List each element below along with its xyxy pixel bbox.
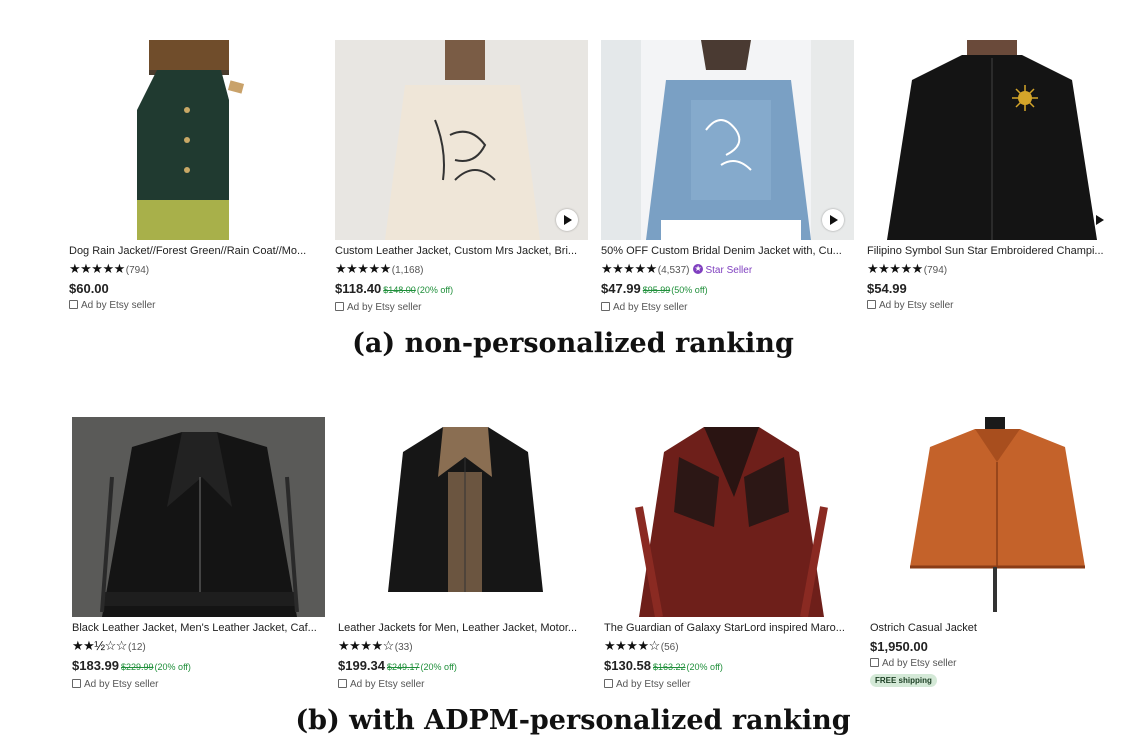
product-image[interactable]	[601, 40, 854, 240]
review-count: (794)	[923, 265, 948, 276]
listing-title[interactable]: Filipino Symbol Sun Star Embroidered Cha…	[867, 245, 1120, 258]
original-price: $163.22	[653, 662, 686, 672]
price: $183.99	[72, 658, 119, 673]
product-image[interactable]	[338, 417, 591, 617]
listing-card[interactable]: Black Leather Jacket, Men's Leather Jack…	[72, 417, 325, 691]
price: $199.34	[338, 658, 385, 673]
star-rating-icon: ★★½☆☆	[72, 638, 127, 653]
shop-bag-icon	[69, 300, 78, 309]
play-video-icon[interactable]	[822, 209, 844, 231]
star-rating-icon: ★★★★★	[69, 261, 125, 276]
review-count: (794)	[125, 265, 150, 276]
listing-title[interactable]: Black Leather Jacket, Men's Leather Jack…	[72, 622, 325, 635]
shop-bag-icon	[604, 679, 613, 688]
rating: ★★★★☆(56)	[604, 638, 857, 654]
star-rating-icon: ★★★★★	[601, 261, 657, 276]
ad-label: Ad by Etsy seller	[347, 302, 422, 313]
discount: (20% off)	[416, 285, 454, 295]
star-rating-icon: ★★★★☆	[338, 638, 394, 653]
rating: ★★½☆☆(12)	[72, 638, 325, 654]
listing-title[interactable]: Ostrich Casual Jacket	[870, 622, 1123, 635]
price: $54.99	[867, 281, 907, 296]
ad-label: Ad by Etsy seller	[613, 302, 688, 313]
play-video-icon[interactable]	[1088, 209, 1110, 231]
product-image[interactable]	[69, 40, 322, 240]
star-rating-icon: ★★★★★	[335, 261, 391, 276]
price: $1,950.00	[870, 639, 928, 654]
product-image[interactable]	[867, 40, 1120, 240]
shop-bag-icon	[867, 300, 876, 309]
product-image[interactable]	[870, 417, 1123, 617]
rating: ★★★★★(794)	[867, 261, 1120, 277]
review-count: (12)	[127, 642, 146, 653]
original-price: $249.17	[387, 662, 420, 672]
product-image[interactable]	[72, 417, 325, 617]
caption-non-personalized: (a) non-personalized ranking	[352, 328, 794, 359]
listing-card[interactable]: 50% OFF Custom Bridal Denim Jacket with,…	[601, 40, 854, 314]
discount: (20% off)	[686, 662, 723, 672]
listing-card[interactable]: Dog Rain Jacket//Forest Green//Rain Coat…	[69, 40, 322, 312]
ad-label: Ad by Etsy seller	[882, 658, 957, 669]
ad-label: Ad by Etsy seller	[350, 679, 425, 690]
original-price: $148.00	[383, 285, 416, 295]
listing-card[interactable]: Filipino Symbol Sun Star Embroidered Cha…	[867, 40, 1120, 312]
shop-bag-icon	[338, 679, 347, 688]
ad-label: Ad by Etsy seller	[81, 300, 156, 311]
price: $130.58	[604, 658, 651, 673]
caption-personalized: (b) with ADPM-personalized ranking	[295, 705, 851, 736]
shop-bag-icon	[335, 302, 344, 311]
shop-bag-icon	[870, 658, 879, 667]
price: $118.40	[335, 281, 382, 296]
listing-row-non-personalized: Dog Rain Jacket//Forest Green//Rain Coat…	[0, 40, 1146, 340]
listing-title[interactable]: Custom Leather Jacket, Custom Mrs Jacket…	[335, 245, 588, 258]
rating: ★★★★★(1,168)	[335, 261, 588, 277]
review-count: (33)	[394, 642, 413, 653]
play-video-icon[interactable]	[556, 209, 578, 231]
review-count: (56)	[660, 642, 679, 653]
discount: (20% off)	[154, 662, 191, 672]
rating: ★★★★☆(33)	[338, 638, 591, 654]
discount: (50% off)	[671, 285, 708, 295]
listing-row-personalized: Black Leather Jacket, Men's Leather Jack…	[0, 417, 1146, 717]
star-seller-badge-icon	[693, 262, 704, 276]
original-price: $229.99	[121, 662, 154, 672]
ad-label: Ad by Etsy seller	[879, 300, 954, 311]
discount: (20% off)	[420, 662, 457, 672]
free-shipping-badge: FREE shipping	[870, 674, 937, 687]
ad-label: Ad by Etsy seller	[616, 679, 691, 690]
shop-bag-icon	[601, 302, 610, 311]
listing-card[interactable]: Ostrich Casual Jacket $1,950.00 Ad by Et…	[870, 417, 1123, 688]
review-count: (1,168)	[391, 265, 424, 276]
shop-bag-icon	[72, 679, 81, 688]
star-rating-icon: ★★★★☆	[604, 638, 660, 653]
product-image[interactable]	[604, 417, 857, 617]
review-count: (4,537)	[657, 265, 690, 276]
star-seller-label: Star Seller	[705, 265, 753, 276]
listing-card[interactable]: Leather Jackets for Men, Leather Jacket,…	[338, 417, 591, 691]
rating: ★★★★★(794)	[69, 261, 322, 277]
price: $47.99	[601, 281, 641, 296]
star-rating-icon: ★★★★★	[867, 261, 923, 276]
product-image[interactable]	[335, 40, 588, 240]
listing-card[interactable]: The Guardian of Galaxy StarLord inspired…	[604, 417, 857, 691]
listing-title[interactable]: The Guardian of Galaxy StarLord inspired…	[604, 622, 857, 635]
ad-label: Ad by Etsy seller	[84, 679, 159, 690]
rating: ★★★★★(4,537) Star Seller	[601, 261, 854, 277]
listing-card[interactable]: Custom Leather Jacket, Custom Mrs Jacket…	[335, 40, 588, 314]
listing-title[interactable]: 50% OFF Custom Bridal Denim Jacket with,…	[601, 245, 854, 258]
price: $60.00	[69, 281, 109, 296]
listing-title[interactable]: Leather Jackets for Men, Leather Jacket,…	[338, 622, 591, 635]
original-price: $95.99	[642, 285, 671, 295]
listing-title[interactable]: Dog Rain Jacket//Forest Green//Rain Coat…	[69, 245, 322, 258]
